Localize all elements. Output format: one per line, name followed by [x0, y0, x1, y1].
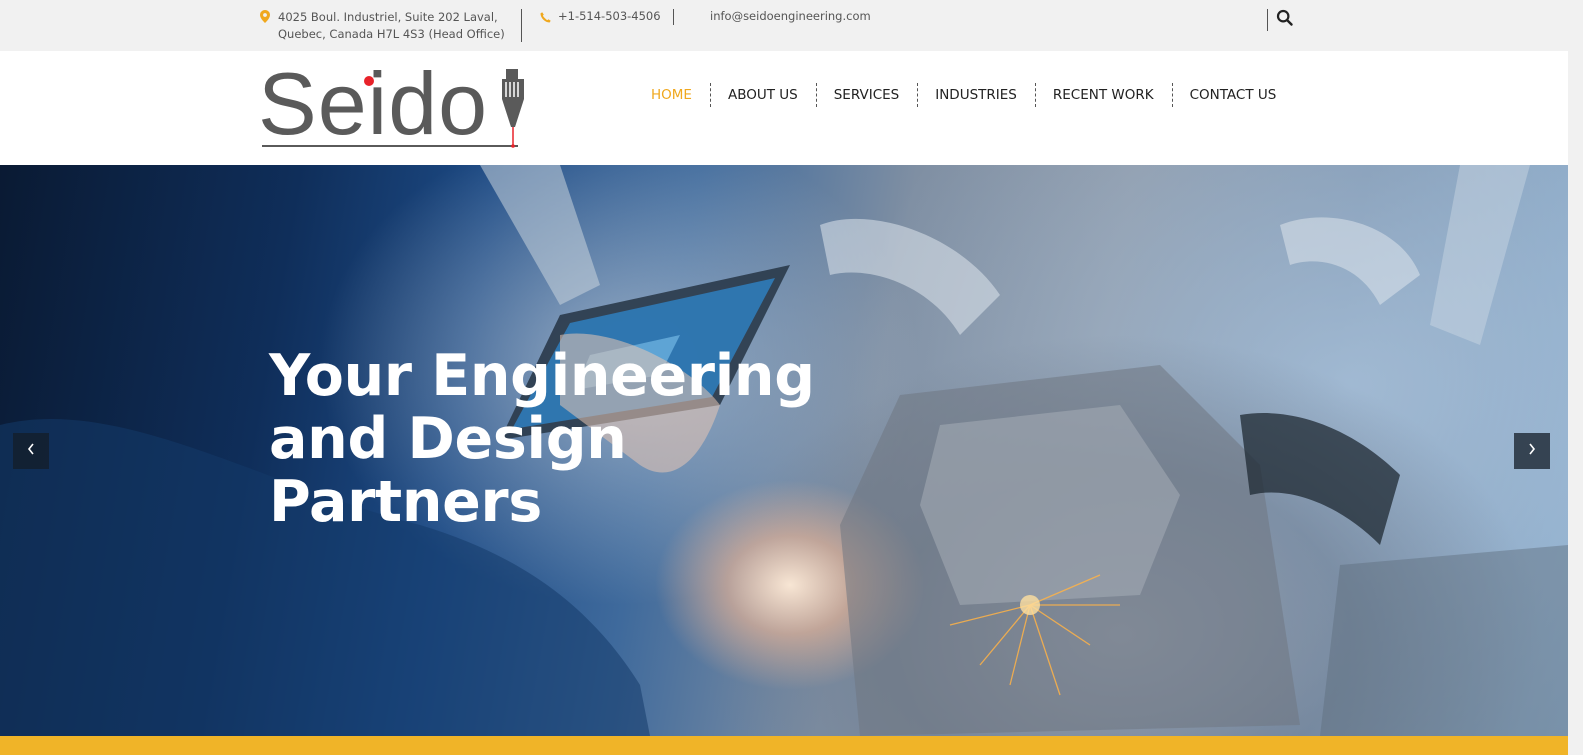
- hero-slider: Your Engineering and Design Partners: [0, 165, 1568, 736]
- nav-item-recent-work[interactable]: RECENT WORK: [1034, 83, 1172, 107]
- page-scrollbar[interactable]: [1568, 0, 1583, 755]
- top-info-bar: 4025 Boul. Industriel, Suite 202 Laval, …: [0, 0, 1568, 51]
- nav-item-about-us[interactable]: ABOUT US: [709, 83, 816, 107]
- nav-item-industries[interactable]: INDUSTRIES: [917, 83, 1035, 107]
- divider: [1267, 9, 1268, 31]
- slider-next-button[interactable]: [1514, 433, 1550, 469]
- site-logo[interactable]: Seido: [258, 54, 538, 154]
- hero-headline-line-1: Your Engineering: [269, 343, 815, 409]
- search-button[interactable]: [1276, 9, 1296, 29]
- nav-item-services[interactable]: SERVICES: [815, 83, 917, 107]
- nozzle-icon: [496, 69, 530, 154]
- logo-dot: [364, 76, 374, 86]
- nav-item-contact-us[interactable]: CONTACT US: [1171, 83, 1276, 107]
- address-line-1: 4025 Boul. Industriel, Suite 202 Laval,: [278, 10, 498, 24]
- chevron-left-icon: [27, 442, 35, 460]
- address-line-2: Quebec, Canada H7L 4S3 (Head Office): [278, 27, 505, 41]
- map-pin-icon: [260, 10, 270, 28]
- chevron-right-icon: [1528, 442, 1536, 460]
- divider: [673, 9, 674, 25]
- main-nav: HOME ABOUT US SERVICES INDUSTRIES RECENT…: [642, 83, 1276, 107]
- nav-item-home[interactable]: HOME: [642, 83, 710, 107]
- accent-bar: [0, 736, 1568, 755]
- phone-number[interactable]: +1-514-503-4506: [558, 9, 661, 23]
- logo-underline: [262, 145, 518, 147]
- hero-headline: Your Engineering and Design Partners: [269, 345, 815, 534]
- search-icon: [1276, 9, 1294, 31]
- email-link[interactable]: info@seidoengineering.com: [710, 9, 871, 23]
- hero-headline-line-2: and Design: [269, 406, 627, 472]
- logo-wordmark: Seido: [258, 54, 489, 153]
- phone-icon: [540, 10, 551, 28]
- address-text: 4025 Boul. Industriel, Suite 202 Laval, …: [278, 9, 505, 43]
- divider: [521, 9, 522, 42]
- site-header: Seido HOME ABOUT US SERVICES INDUSTRIES …: [0, 51, 1568, 165]
- slider-prev-button[interactable]: [13, 433, 49, 469]
- hero-headline-line-3: Partners: [269, 469, 542, 535]
